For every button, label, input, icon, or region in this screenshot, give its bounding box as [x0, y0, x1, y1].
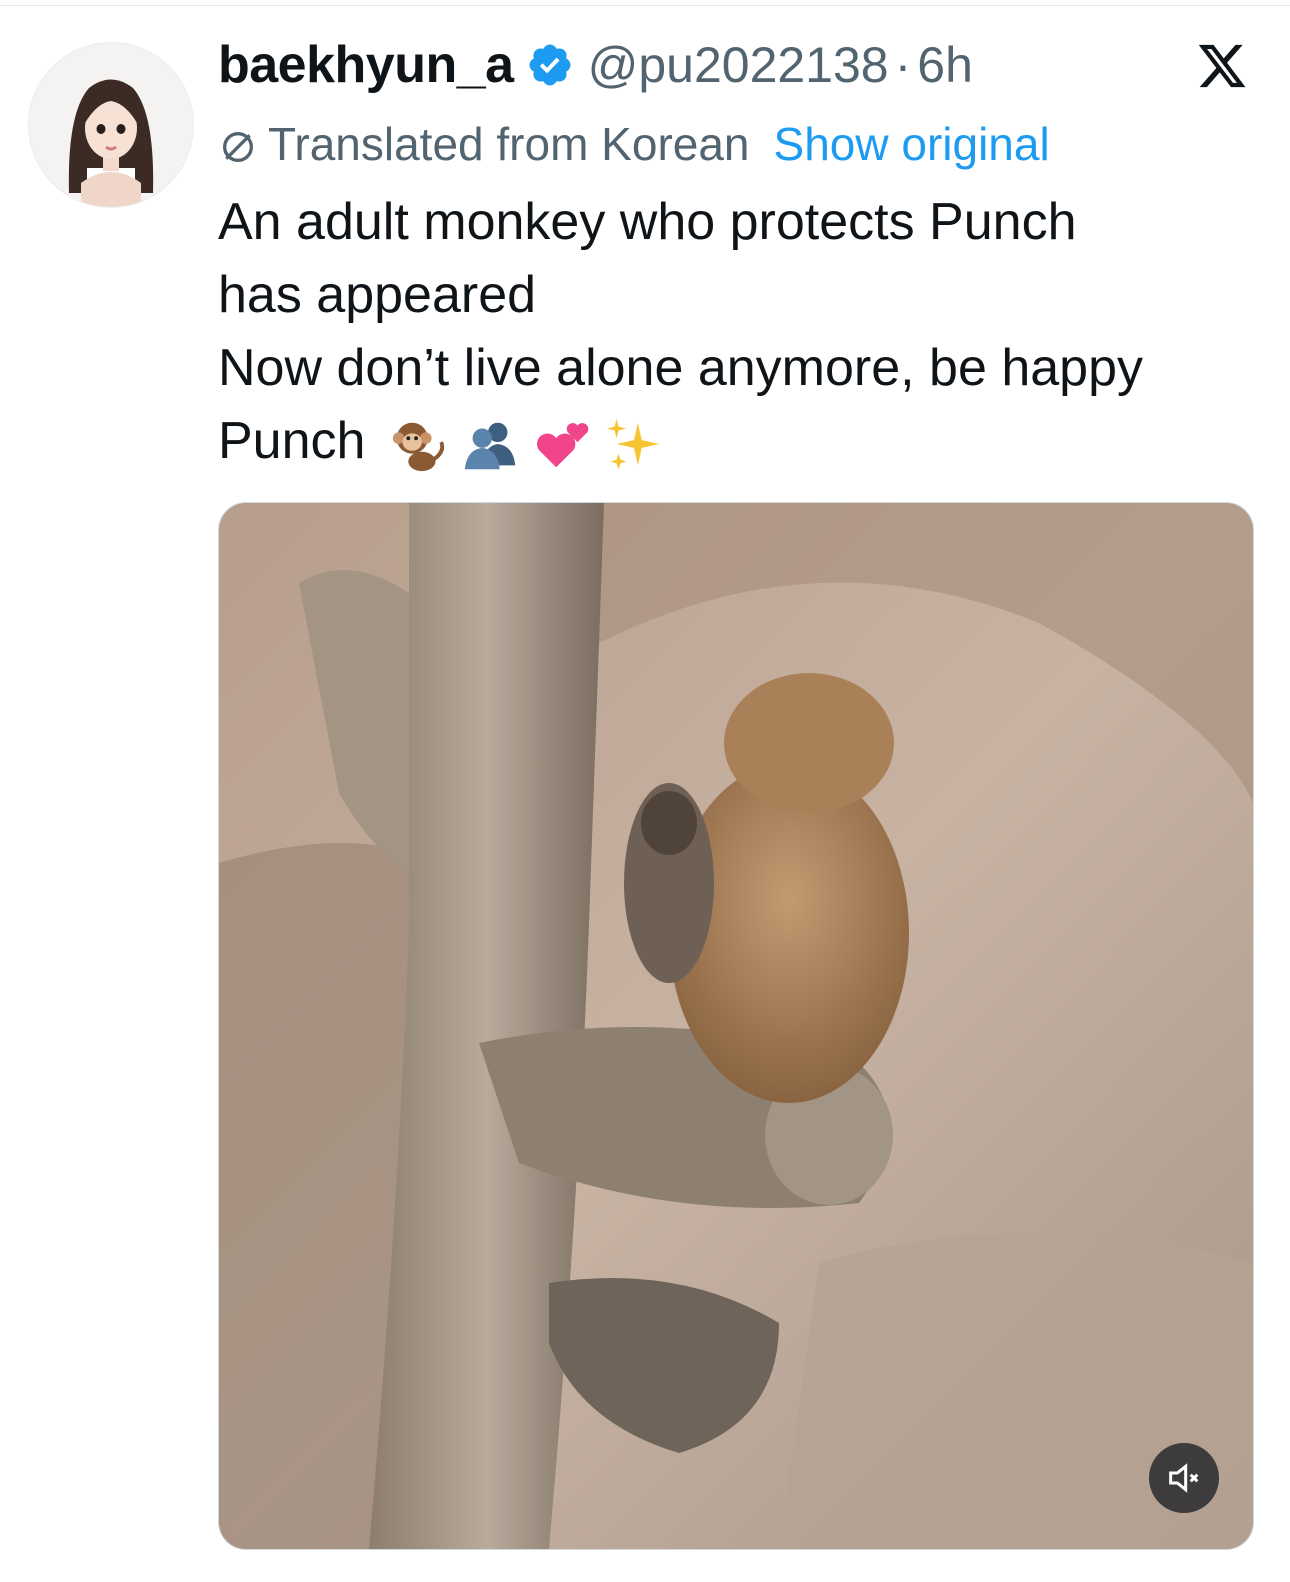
- tweet-text-line: Now don’t live alone anymore, be happy: [218, 339, 1144, 397]
- author-display-name[interactable]: baekhyun_a: [218, 35, 514, 95]
- author-handle[interactable]: @pu2022138: [588, 36, 889, 94]
- tweet-text-line: has appeared: [218, 266, 537, 324]
- two-hearts-emoji: [531, 413, 593, 475]
- verified-badge-icon: [526, 41, 574, 89]
- busts-in-silhouette-emoji: [459, 413, 521, 475]
- speaker-muted-icon: [1169, 1463, 1199, 1493]
- translation-bar: Translated from Korean Show original: [218, 116, 1050, 172]
- monkey-video-thumbnail: [219, 503, 1253, 1549]
- show-original-link[interactable]: Show original: [774, 117, 1050, 171]
- tweet-text-line-with-emoji: Punch: [218, 405, 1258, 478]
- separator-dot: ·: [894, 37, 912, 93]
- tweet-text-line: An adult monkey who protects Punch: [218, 193, 1077, 251]
- translate-globe-icon: [218, 124, 258, 164]
- author-avatar[interactable]: [28, 42, 194, 208]
- top-divider: [0, 5, 1290, 6]
- tweet-text-line: Punch: [218, 412, 366, 470]
- translated-label: Translated from Korean: [268, 118, 750, 170]
- tweet-header: baekhyun_a @pu2022138 · 6h: [218, 34, 973, 96]
- timestamp[interactable]: 6h: [917, 36, 973, 94]
- sparkles-emoji: [603, 413, 665, 475]
- tweet-body: An adult monkey who protects Punch has a…: [218, 186, 1258, 478]
- video-player[interactable]: [218, 502, 1254, 1550]
- x-logo-icon[interactable]: [1196, 40, 1248, 92]
- avatar-image: [29, 43, 193, 207]
- emoji-group: [387, 413, 675, 475]
- monkey-emoji: [387, 413, 449, 475]
- mute-toggle-button[interactable]: [1149, 1443, 1219, 1513]
